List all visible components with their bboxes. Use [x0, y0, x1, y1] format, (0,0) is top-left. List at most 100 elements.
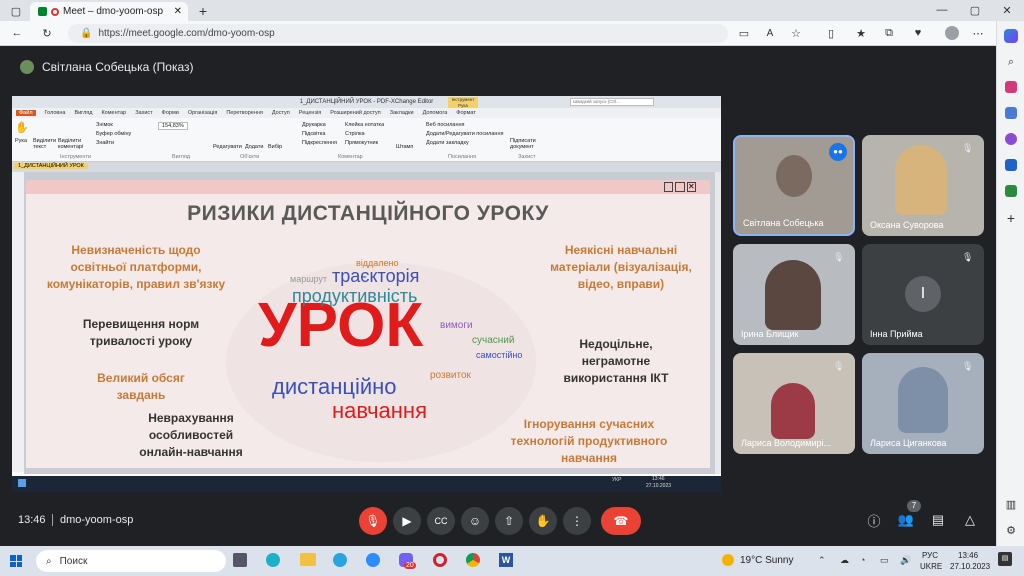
tools-icon[interactable] [1005, 107, 1017, 119]
sidebar-search-icon[interactable]: ⌕ [1004, 55, 1018, 69]
meeting-details-icon[interactable]: ⓘ [866, 512, 882, 529]
pdf-menu-forms[interactable]: Форми [162, 110, 179, 116]
ribbon-add[interactable]: Додати [245, 144, 263, 150]
split-screen-icon[interactable]: ▯ [825, 27, 837, 40]
participant-tile[interactable]: 🎙 Ірина Блищик [733, 244, 855, 345]
shopping-icon[interactable] [1005, 81, 1017, 93]
ribbon-underline[interactable]: Підкреслення [302, 140, 337, 146]
pdf-menu-organize[interactable]: Організація [188, 110, 217, 116]
ribbon-typewriter[interactable]: Друкарка [302, 122, 326, 128]
profile-avatar[interactable] [945, 26, 959, 40]
favorites-icon[interactable]: ★ [855, 27, 867, 40]
doc-tab[interactable]: 1_ДИСТАНЦІЙНИЙ УРОК [14, 163, 88, 169]
outlook-icon[interactable] [1005, 159, 1017, 171]
hand-tool-icon[interactable]: ✋ [15, 121, 29, 135]
people-icon[interactable]: 👥 [898, 512, 914, 528]
participant-tile[interactable]: ●● Світлана Собецька [733, 135, 855, 236]
end-call-button[interactable]: ☎ [601, 507, 641, 535]
ribbon-web-link[interactable]: Веб посилання [426, 122, 465, 128]
ribbon-select-comments[interactable]: Виділити коментарі [58, 138, 83, 150]
camera-toggle-button[interactable]: ▶ [393, 507, 421, 535]
taskbar-date[interactable]: 27.10.2023 [950, 562, 990, 571]
pdf-menu-review[interactable]: Рецензія [299, 110, 321, 116]
captions-button[interactable]: CC [427, 507, 455, 535]
raise-hand-button[interactable]: ✋ [529, 507, 557, 535]
ribbon-rectangle[interactable]: Прямокутник [345, 140, 378, 146]
word-app-icon[interactable]: W [499, 553, 513, 567]
pdf-menu-view[interactable]: Вигляд [74, 110, 92, 116]
more-options-button[interactable]: ⋮ [563, 507, 591, 535]
url-bar[interactable]: 🔒 https://meet.google.com/dmo-yoom-osp [68, 24, 728, 43]
refresh-icon[interactable]: ↻ [40, 26, 54, 40]
ribbon-arrow[interactable]: Стрілка [345, 131, 365, 137]
taskbar-clock[interactable]: 13:46 [958, 551, 978, 560]
cloud-icon[interactable]: ☁ [840, 555, 849, 566]
pdf-menu-help[interactable]: Допомога [423, 110, 448, 116]
close-tab-icon[interactable]: ✕ [174, 6, 182, 17]
maximize-icon[interactable]: ▢ [968, 3, 982, 17]
volume-icon[interactable]: 🔊 [900, 555, 911, 566]
pdf-menu-format[interactable]: Формат [456, 110, 476, 116]
pdf-menu-bookmarks[interactable]: Закладки [390, 110, 414, 116]
lang-indicator-2[interactable]: UKRE [920, 562, 942, 571]
sidebar-layout-icon[interactable]: ▥ [1004, 497, 1018, 511]
add-sidebar-app-icon[interactable]: + [1004, 210, 1018, 226]
notifications-icon[interactable]: ▤ [998, 552, 1012, 566]
ribbon-sticky-note[interactable]: Клейка нотатка [345, 122, 384, 128]
pdf-menu-home[interactable]: Головна [45, 110, 66, 116]
start-button[interactable] [10, 555, 22, 567]
pdf-menu-comment[interactable]: Коментар [101, 110, 126, 116]
reactions-button[interactable]: ☺ [461, 507, 489, 535]
sidebar-settings-icon[interactable]: ⚙ [1004, 523, 1018, 537]
lang-indicator-1[interactable]: РУС [922, 551, 938, 560]
ribbon-add-link[interactable]: Додати/Редагувати посилання [426, 131, 503, 137]
pdf-menu-protect[interactable]: Захист [135, 110, 152, 116]
minimize-icon[interactable]: — [935, 3, 949, 17]
camera-permission-icon[interactable]: ▭ [738, 27, 750, 40]
telegram-app-icon[interactable] [333, 553, 347, 567]
ribbon-edit[interactable]: Редагувати [213, 144, 242, 150]
battery-icon[interactable]: ▭ [880, 555, 889, 566]
weather-label[interactable]: 19°C Sunny [740, 555, 793, 566]
participant-tile[interactable]: І 🎙 Інна Прийма [862, 244, 984, 345]
back-icon[interactable]: ← [10, 26, 24, 40]
ribbon-sign[interactable]: Підписати документ [510, 138, 540, 150]
pdf-menu-advanced[interactable]: Розширений доступ [330, 110, 381, 116]
ribbon-clipboard[interactable]: Буфер обміну [96, 131, 131, 137]
task-view-icon[interactable] [233, 553, 247, 567]
chat-icon[interactable]: ▤ [930, 512, 946, 528]
copilot-icon[interactable] [1004, 29, 1018, 43]
ribbon-find[interactable]: Знайти [96, 140, 114, 146]
wifi-icon[interactable]: ◔ [860, 555, 865, 565]
extensions-icon[interactable]: ♥ [912, 27, 924, 39]
close-window-icon[interactable]: ✕ [1000, 3, 1014, 17]
pdf-menu-access[interactable]: Доступ [272, 110, 290, 116]
tray-chevron-icon[interactable]: ⌃ [818, 555, 826, 566]
ribbon-hand[interactable]: Рука [15, 138, 27, 144]
participant-tile[interactable]: 🎙 Лариса Володимирі... [733, 353, 855, 454]
participant-tile[interactable]: 🎙 Оксана Суворова [862, 135, 984, 236]
drop-icon[interactable] [1005, 185, 1017, 197]
collections-icon[interactable]: ⧉ [883, 27, 895, 39]
present-button[interactable]: ⇧ [495, 507, 523, 535]
zoom-input[interactable]: 154,83% [158, 122, 188, 130]
pdf-menu-convert[interactable]: Перетворення [226, 110, 263, 116]
chrome-app-icon[interactable] [466, 553, 480, 567]
pdf-menu-file[interactable]: Файл [16, 110, 36, 116]
browser-tab[interactable]: Meet – dmo-yoom-osp ✕ [30, 2, 188, 21]
mic-toggle-button[interactable]: 🎙 [359, 507, 387, 535]
ribbon-highlight[interactable]: Підсвітка [302, 131, 325, 137]
zoom-app-icon[interactable] [366, 553, 380, 567]
games-icon[interactable] [1005, 133, 1017, 145]
tab-actions-icon[interactable]: ▢ [8, 3, 24, 19]
taskbar-search[interactable]: ⌕ Поиск [36, 550, 226, 572]
ribbon-add-bookmark[interactable]: Додати закладку [426, 140, 469, 146]
ribbon-select[interactable]: Вибір [268, 144, 282, 150]
pdf-scrollbar[interactable] [715, 172, 721, 474]
more-menu-icon[interactable]: ⋯ [972, 27, 984, 40]
explorer-app-icon[interactable] [300, 553, 316, 566]
quick-search-input[interactable]: Швидкий запуск (Ctrl... [570, 98, 654, 106]
activities-icon[interactable]: △ [962, 512, 978, 528]
read-aloud-icon[interactable]: A [764, 27, 776, 39]
edge-app-icon[interactable] [266, 553, 280, 567]
